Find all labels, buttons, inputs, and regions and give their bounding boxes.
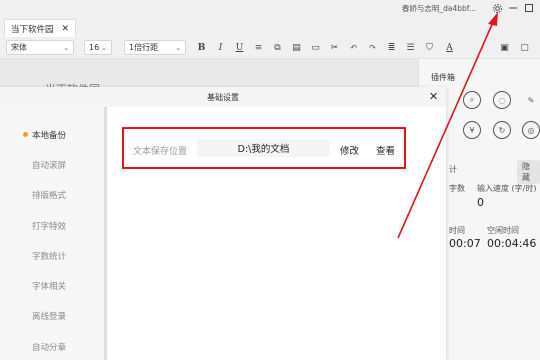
save-location-label: 文本保存位置 — [133, 147, 188, 157]
search-plugin-icon[interactable]: ⌕ — [463, 91, 481, 109]
chevron-down-icon: ⌄ — [63, 43, 69, 52]
export-icon[interactable]: ▣ — [498, 41, 511, 54]
font-size-value: 16 — [89, 43, 100, 52]
redo-icon[interactable]: ↷ — [366, 41, 379, 54]
document-icon[interactable]: ▭ — [309, 41, 322, 54]
paragraph-icon[interactable]: ≣ — [385, 41, 398, 54]
font-family-select[interactable]: 宋体 ⌄ — [6, 40, 74, 55]
edit-plugin-icon[interactable]: ✎ — [522, 91, 540, 109]
tab-close-icon[interactable]: ✕ — [62, 24, 70, 34]
input-speed-label: 输入速度 (字/时) — [477, 184, 537, 193]
modify-button[interactable]: 修改 — [340, 143, 359, 157]
gear-icon[interactable] — [490, 1, 504, 15]
input-speed-value: 0 — [477, 196, 484, 209]
list-icon[interactable]: ☰ — [404, 41, 417, 54]
target-plugin-icon[interactable]: ◎ — [522, 121, 540, 139]
undo-icon[interactable]: ↶ — [347, 41, 360, 54]
view-button[interactable]: 查看 — [376, 143, 395, 157]
sidebar-item-layout-format[interactable]: 排版格式 — [32, 189, 66, 201]
chevron-down-icon: ⌄ — [175, 43, 181, 52]
sidebar-item-auto-scroll[interactable]: 自动滚屏 — [32, 159, 66, 171]
settings-dialog: 基础设置 ✕ 本地备份 自动滚屏 排版格式 打字特效 字数统计 字体相关 离线登… — [0, 87, 446, 360]
hide-stats-button[interactable]: 隐藏 — [517, 160, 540, 184]
settings-sidebar: 本地备份 自动滚屏 排版格式 打字特效 字数统计 字体相关 离线登录 自动分章 — [0, 107, 107, 360]
italic-icon[interactable]: I — [214, 41, 227, 54]
bold-icon[interactable]: B — [195, 41, 208, 54]
plugin-box-title: 插件箱 — [431, 73, 455, 82]
sidebar-item-local-backup[interactable]: 本地备份 — [32, 129, 66, 141]
dialog-title: 基础设置 — [207, 93, 239, 102]
line-spacing-value: 1倍行距 — [129, 43, 159, 52]
font-color-icon[interactable]: A — [443, 41, 456, 54]
shirt-icon[interactable]: ⛉ — [423, 41, 436, 54]
sidebar-item-font[interactable]: 字体相关 — [32, 280, 66, 292]
time-value: 00:07 — [449, 237, 481, 250]
save-path-field[interactable]: D:\我的文档 — [197, 139, 330, 157]
close-icon[interactable]: ✕ — [429, 90, 438, 103]
sidebar-item-typing-effects[interactable]: 打字特效 — [32, 220, 66, 232]
tab-bar: 当下软件园 ✕ — [0, 17, 540, 37]
idle-time-label: 空闲时间 — [487, 226, 519, 235]
line-spacing-select[interactable]: 1倍行距 ⌄ — [124, 40, 186, 55]
save-location-row: 文本保存位置 D:\我的文档 修改 查看 — [122, 127, 406, 169]
format-toolbar: 宋体 ⌄ 16 ⌄ 1倍行距 ⌄ B I U ≡ ⧉ ▤ ▭ ✂ ↶ ↷ ≣ ☰… — [0, 37, 540, 59]
save-icon[interactable]: ▢ — [518, 41, 531, 54]
word-count-label: 字数 — [449, 184, 465, 193]
dialog-header: 基础设置 ✕ — [0, 87, 446, 107]
title-bar: 春娇与志明_da4bbf... — [0, 0, 540, 17]
tab-document[interactable]: 当下软件园 ✕ — [4, 19, 77, 37]
idle-time-value: 00:04:46 — [487, 237, 537, 250]
maximize-icon[interactable] — [522, 1, 536, 15]
copy-icon[interactable]: ⧉ — [271, 41, 284, 54]
chat-plugin-icon[interactable]: ◌ — [493, 91, 511, 109]
user-name-label[interactable]: 春娇与志明_da4bbf... — [402, 3, 476, 14]
align-icon[interactable]: ≡ — [252, 41, 265, 54]
cut-icon[interactable]: ✂ — [328, 41, 341, 54]
font-size-select[interactable]: 16 ⌄ — [84, 40, 112, 55]
sidebar-item-offline-login[interactable]: 离线登录 — [32, 310, 66, 322]
underline-icon[interactable]: U — [233, 41, 246, 54]
currency-plugin-icon[interactable]: ¥ — [463, 121, 481, 139]
stats-title: 计 — [449, 165, 457, 174]
time-label: 时间 — [449, 226, 465, 235]
tab-label: 当下软件园 — [11, 24, 54, 35]
font-family-value: 宋体 — [11, 43, 27, 52]
app-window: 春娇与志明_da4bbf... 当下软件园 ✕ 宋体 ⌄ 16 ⌄ 1倍行距 ⌄ — [0, 0, 540, 360]
chevron-down-icon: ⌄ — [101, 43, 107, 52]
active-indicator-dot — [23, 132, 28, 137]
paste-icon[interactable]: ▤ — [290, 41, 303, 54]
refresh-plugin-icon[interactable]: ↻ — [493, 121, 511, 139]
minimize-icon[interactable] — [506, 1, 520, 15]
sidebar-item-word-count[interactable]: 字数统计 — [32, 250, 66, 262]
sidebar-item-auto-chapter[interactable]: 自动分章 — [32, 341, 66, 353]
